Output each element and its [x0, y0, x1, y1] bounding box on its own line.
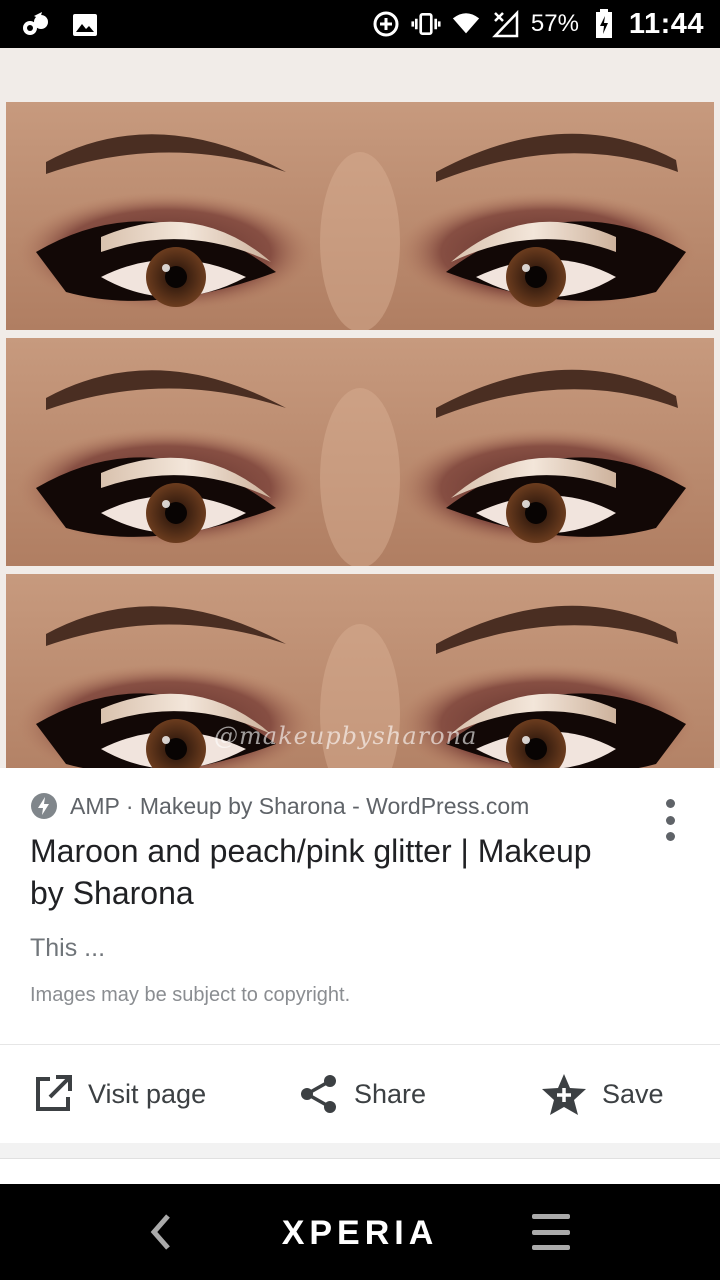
- next-result-card[interactable]: [0, 1158, 720, 1184]
- save-label: Save: [602, 1078, 664, 1109]
- device-brand-logo: XPERIA: [281, 1214, 439, 1252]
- vibrate-icon: [411, 9, 441, 39]
- result-image[interactable]: @makeupbysharona: [0, 48, 720, 802]
- divider: [0, 1044, 720, 1045]
- star-add-icon: [542, 1074, 586, 1115]
- share-label: Share: [354, 1078, 427, 1109]
- visit-page-label: Visit page: [88, 1078, 207, 1109]
- battery-percent: 57%: [530, 10, 579, 37]
- status-bar: 57% 11:44: [0, 0, 720, 48]
- more-options-button[interactable]: [652, 796, 688, 844]
- navigation-bar: XPERIA: [0, 1184, 720, 1280]
- result-card: AMP · Makeup by Sharona - WordPress.com …: [0, 768, 720, 1143]
- data-saver-icon: [371, 9, 401, 39]
- wifi-icon: [451, 9, 481, 39]
- clock: 11:44: [628, 7, 704, 40]
- share-icon: [301, 1075, 336, 1113]
- copyright-notice: Images may be subject to copyright.: [30, 984, 351, 1006]
- share-button[interactable]: Share: [298, 1060, 426, 1128]
- image-panel-middle: [6, 338, 714, 566]
- visit-page-button[interactable]: Visit page: [32, 1060, 206, 1128]
- image-panel-top: [6, 102, 714, 330]
- open-external-icon: [36, 1075, 72, 1111]
- battery-charging-icon: [589, 9, 619, 39]
- menu-line: [532, 1245, 570, 1250]
- gallery-icon: [70, 10, 100, 40]
- card-gap: [0, 1143, 720, 1158]
- menu-line: [532, 1214, 570, 1219]
- more-dot: [665, 815, 675, 825]
- image-watermark: @makeupbysharona: [214, 722, 478, 750]
- result-title[interactable]: Maroon and peach/pink glitter | Makeup b…: [30, 830, 630, 914]
- notification-app-icon: [20, 10, 50, 40]
- source-text: AMP · Makeup by Sharona - WordPress.com: [70, 792, 530, 819]
- more-dot: [665, 799, 675, 808]
- action-bar: Visit page Share Save: [0, 1060, 720, 1128]
- menu-button[interactable]: [532, 1214, 572, 1250]
- save-button[interactable]: Save: [540, 1060, 664, 1128]
- menu-line: [532, 1229, 570, 1235]
- amp-icon: [31, 793, 57, 819]
- cellular-signal-icon: [491, 9, 521, 39]
- result-source[interactable]: AMP · Makeup by Sharona - WordPress.com: [30, 790, 529, 822]
- more-dot: [665, 832, 675, 841]
- result-snippet: This ...: [30, 934, 106, 962]
